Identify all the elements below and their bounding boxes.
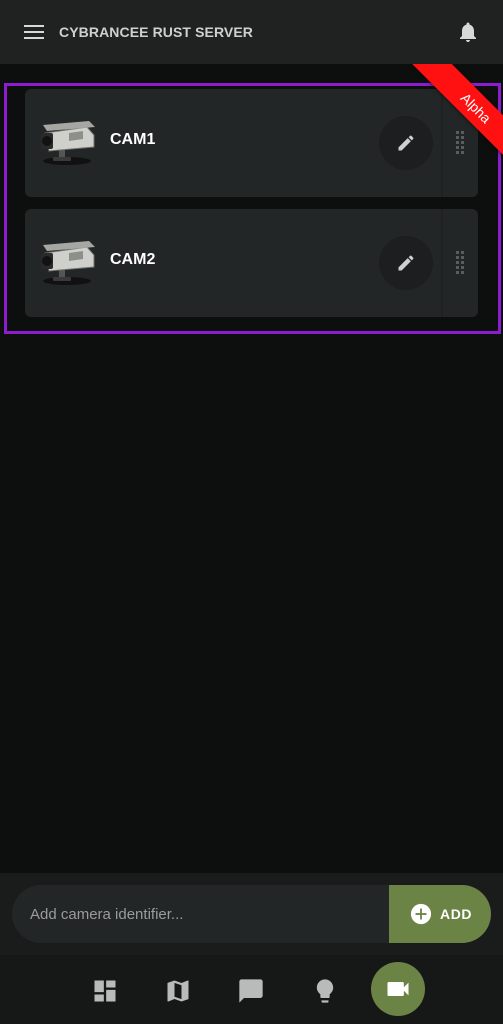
chat-icon[interactable] bbox=[237, 977, 265, 1005]
camera-identifier-input[interactable] bbox=[30, 885, 380, 943]
alpha-ribbon-label: Alpha bbox=[405, 64, 503, 179]
server-title: CYBRANCEE RUST SERVER bbox=[59, 24, 253, 40]
dashboard-icon[interactable] bbox=[91, 977, 119, 1005]
add-button-label: ADD bbox=[440, 906, 473, 922]
plus-circle-icon bbox=[410, 903, 432, 925]
add-camera-button[interactable]: ADD bbox=[389, 885, 491, 943]
lightbulb-icon[interactable] bbox=[311, 977, 339, 1005]
bottom-navigation bbox=[0, 955, 503, 1024]
hamburger-menu-icon[interactable] bbox=[20, 20, 48, 44]
video-camera-icon[interactable] bbox=[371, 962, 425, 1016]
alpha-ribbon: Alpha bbox=[383, 64, 503, 184]
add-camera-panel: ADD bbox=[0, 873, 503, 955]
map-icon[interactable] bbox=[164, 977, 192, 1005]
app-bar: CYBRANCEE RUST SERVER bbox=[0, 0, 503, 64]
add-camera-input-wrap bbox=[12, 885, 390, 943]
bell-icon[interactable] bbox=[456, 20, 480, 44]
